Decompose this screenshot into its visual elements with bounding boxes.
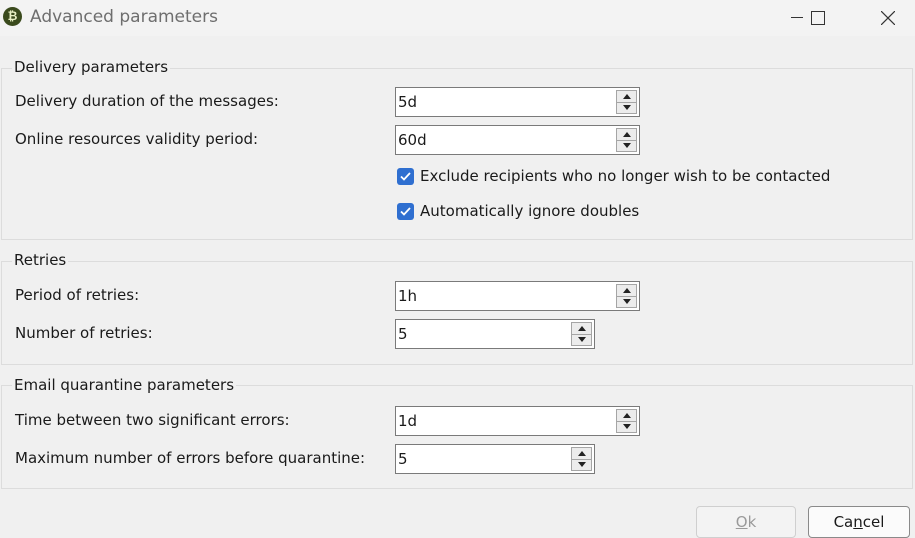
arrow-up-icon xyxy=(577,325,586,331)
max-errors-value: 5 xyxy=(398,450,408,468)
number-of-retries-spinbox[interactable]: 5 xyxy=(395,319,595,349)
email-quarantine-title: Email quarantine parameters xyxy=(12,376,237,394)
validity-period-value: 60d xyxy=(398,131,427,149)
close-icon xyxy=(881,11,895,25)
period-of-retries-label: Period of retries: xyxy=(15,286,140,304)
arrow-down-icon xyxy=(622,143,631,149)
cancel-button[interactable]: Ca n cel xyxy=(808,506,910,538)
time-between-errors-value: 1d xyxy=(398,412,418,430)
period-of-retries-increment-button[interactable] xyxy=(616,284,637,297)
validity-period-spinbox[interactable]: 60d xyxy=(395,125,640,155)
period-of-retries-spinbox[interactable]: 1h xyxy=(395,281,640,311)
ok-label-rest: k xyxy=(747,513,757,531)
arrow-up-icon xyxy=(622,412,631,418)
delivery-parameters-title: Delivery parameters xyxy=(12,58,171,76)
arrow-down-icon xyxy=(577,462,586,468)
time-between-errors-increment-button[interactable] xyxy=(616,409,637,422)
delivery-duration-increment-button[interactable] xyxy=(616,90,637,103)
arrow-down-icon xyxy=(622,299,631,305)
delivery-duration-value: 5d xyxy=(398,93,418,111)
ignore-doubles-label: Automatically ignore doubles xyxy=(420,202,640,220)
cancel-accelerator: n xyxy=(853,513,863,531)
max-errors-label: Maximum number of errors before quaranti… xyxy=(15,449,366,467)
delivery-duration-label: Delivery duration of the messages: xyxy=(15,92,279,110)
exclude-recipients-label: Exclude recipients who no longer wish to… xyxy=(420,167,831,185)
maximize-icon xyxy=(811,11,825,25)
delivery-duration-decrement-button[interactable] xyxy=(616,102,637,114)
validity-period-increment-button[interactable] xyxy=(616,128,637,141)
time-between-errors-label: Time between two significant errors: xyxy=(15,411,290,429)
max-errors-increment-button[interactable] xyxy=(571,447,592,460)
ignore-doubles-checkbox[interactable] xyxy=(397,202,414,220)
max-errors-decrement-button[interactable] xyxy=(571,459,592,471)
arrow-up-icon xyxy=(622,131,631,137)
window-title: Advanced parameters xyxy=(30,7,218,27)
arrow-down-icon xyxy=(622,105,631,111)
exclude-recipients-checkbox[interactable] xyxy=(397,167,414,185)
max-errors-spinbox[interactable]: 5 xyxy=(395,444,595,474)
title-bar: ₿ Advanced parameters xyxy=(0,0,915,36)
arrow-up-icon xyxy=(622,93,631,99)
number-of-retries-increment-button[interactable] xyxy=(571,322,592,335)
arrow-down-icon xyxy=(577,337,586,343)
ok-accelerator: O xyxy=(735,513,748,531)
close-button[interactable] xyxy=(865,0,911,36)
app-logo-icon: ₿ xyxy=(3,7,22,26)
number-of-retries-value: 5 xyxy=(398,325,408,343)
validity-period-label: Online resources validity period: xyxy=(15,130,259,148)
time-between-errors-decrement-button[interactable] xyxy=(616,421,637,433)
period-of-retries-value: 1h xyxy=(398,287,418,305)
number-of-retries-decrement-button[interactable] xyxy=(571,334,592,346)
exclude-recipients-checkbox-row[interactable]: Exclude recipients who no longer wish to… xyxy=(397,167,830,185)
arrow-up-icon xyxy=(622,287,631,293)
ok-button[interactable]: Ok xyxy=(696,506,796,538)
number-of-retries-label: Number of retries: xyxy=(15,324,153,342)
ignore-doubles-checkbox-row[interactable]: Automatically ignore doubles xyxy=(397,202,639,220)
delivery-duration-spinbox[interactable]: 5d xyxy=(395,87,640,117)
arrow-up-icon xyxy=(577,450,586,456)
checkmark-icon xyxy=(400,206,411,216)
cancel-label-rest: cel xyxy=(862,513,885,531)
validity-period-decrement-button[interactable] xyxy=(616,140,637,152)
cancel-label-prefix: Ca xyxy=(833,513,854,531)
retries-title: Retries xyxy=(12,251,69,269)
period-of-retries-decrement-button[interactable] xyxy=(616,296,637,308)
maximize-button[interactable] xyxy=(795,0,841,36)
retries-group xyxy=(1,261,913,365)
arrow-down-icon xyxy=(622,424,631,430)
time-between-errors-spinbox[interactable]: 1d xyxy=(395,406,640,436)
checkmark-icon xyxy=(400,171,411,181)
